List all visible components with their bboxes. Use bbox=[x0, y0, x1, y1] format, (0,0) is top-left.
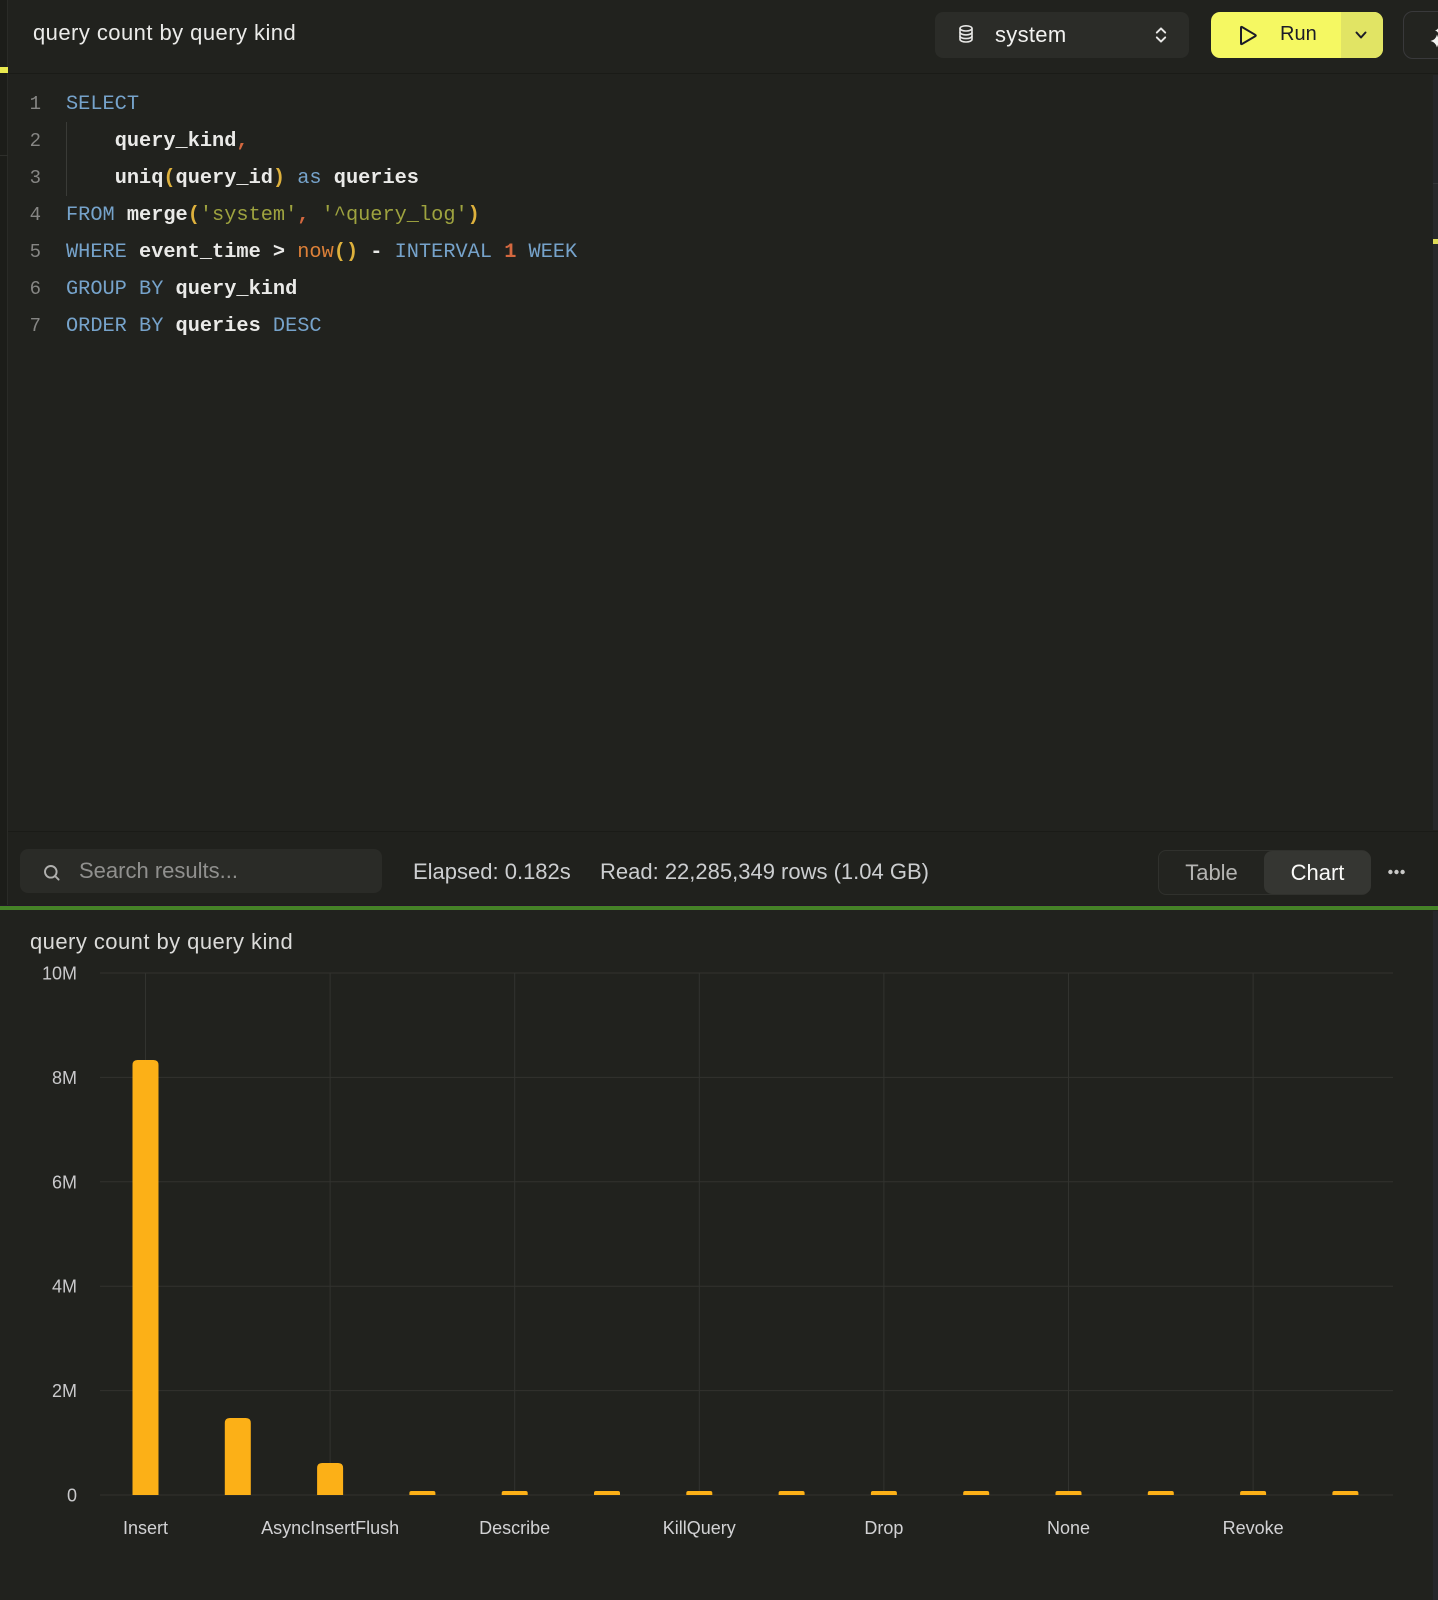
svg-text:AsyncInsertFlush: AsyncInsertFlush bbox=[261, 1518, 399, 1538]
svg-text:10M: 10M bbox=[42, 964, 77, 984]
svg-text:2M: 2M bbox=[52, 1381, 77, 1401]
svg-text:0: 0 bbox=[67, 1486, 77, 1506]
svg-text:Insert: Insert bbox=[123, 1518, 168, 1538]
svg-text:Drop: Drop bbox=[864, 1518, 903, 1538]
svg-text:None: None bbox=[1047, 1518, 1090, 1538]
svg-text:8M: 8M bbox=[52, 1068, 77, 1088]
svg-text:Revoke: Revoke bbox=[1223, 1518, 1284, 1538]
svg-text:6M: 6M bbox=[52, 1172, 77, 1192]
svg-text:KillQuery: KillQuery bbox=[663, 1518, 736, 1538]
svg-text:4M: 4M bbox=[52, 1277, 77, 1297]
svg-text:Describe: Describe bbox=[479, 1518, 550, 1538]
